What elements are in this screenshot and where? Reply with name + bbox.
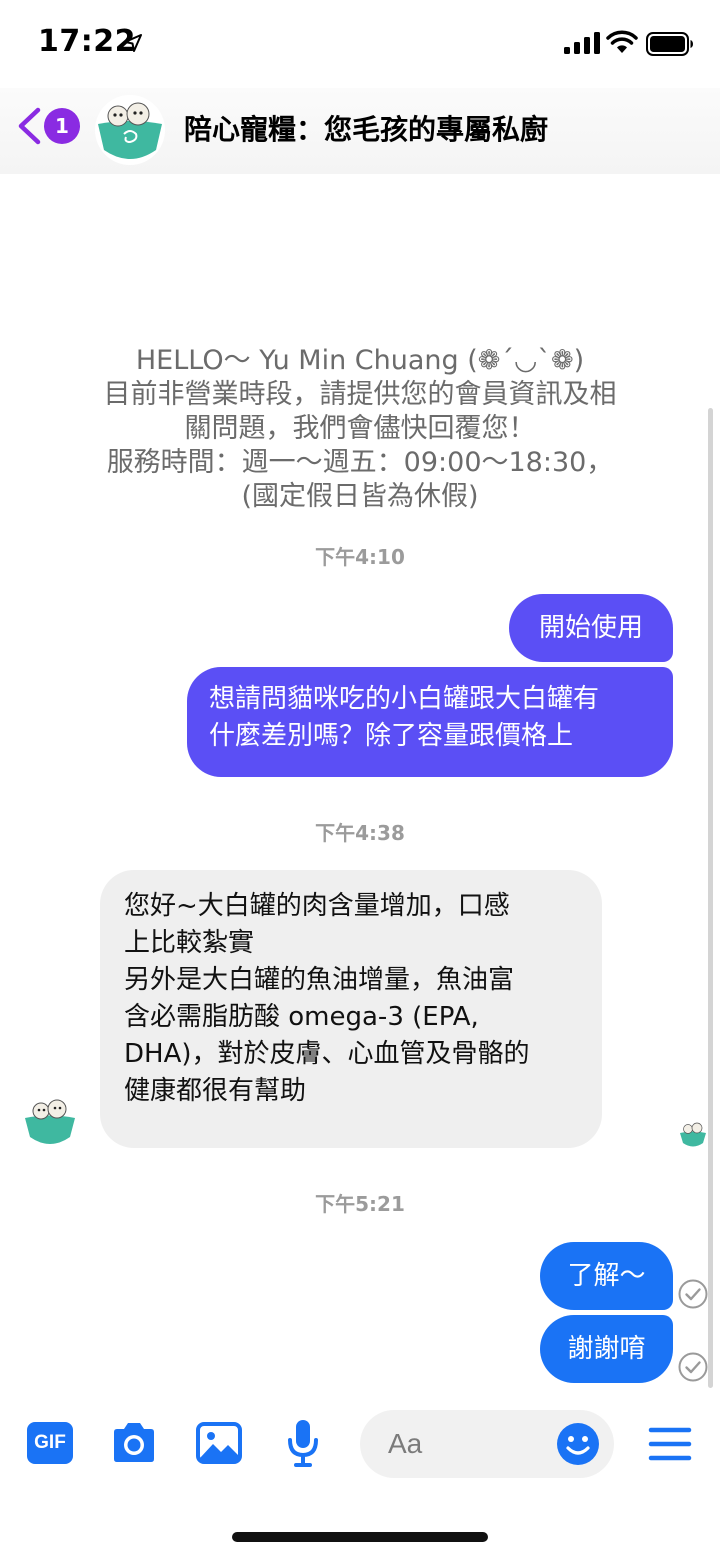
auto-reply-line: 目前非營業時段，請提供您的會員資訊及相 [103,379,617,410]
back-button[interactable]: 1 [14,104,80,148]
photo-gallery-icon[interactable] [196,1422,242,1464]
emoji-icon[interactable] [556,1422,600,1466]
message-text: 了解～ [567,1261,646,1291]
chevron-left-icon [18,107,41,145]
message-text-line: DHA)，對於皮膚、心血管及骨骼的 [124,1039,530,1069]
microphone-icon[interactable] [286,1418,320,1468]
status-time: 17:22 [38,24,136,59]
auto-reply-line: (國定假日皆為休假) [241,481,479,512]
camera-icon[interactable] [110,1422,158,1464]
auto-reply-line: 關問題，我們會儘快回覆您！ [184,413,536,444]
message-composer[interactable] [360,1410,614,1478]
delivered-check-icon [678,1352,708,1382]
seen-by-avatar [678,1120,708,1150]
gif-button[interactable]: GIF [27,1422,73,1464]
page-avatar[interactable] [94,94,166,166]
message-text-line: 含必需脂肪酸 omega-3 (EPA, [124,1002,479,1032]
wifi-icon [606,30,638,53]
battery-icon [646,32,693,56]
auto-reply-message: HELLO～ Yu Min Chuang (❁´◡`❁) 目前非營業時段，請提供… [60,344,660,514]
message-timestamp: 下午4:10 [315,545,405,569]
delivered-check-icon [678,1279,708,1309]
message-input[interactable] [388,1410,558,1478]
unread-count-badge: 1 [44,108,80,144]
sender-avatar[interactable] [22,1094,78,1150]
message-text: 謝謝唷 [567,1334,646,1364]
sent-message-bubble[interactable]: 了解～ [540,1242,673,1310]
cellular-signal-icon [564,32,600,54]
menu-icon[interactable] [648,1426,692,1462]
auto-reply-line: HELLO～ Yu Min Chuang (❁´◡`❁) [135,345,585,376]
message-text-line: 想請問貓咪吃的小白罐跟大白罐有 [209,684,600,714]
message-text-line: 健康都很有幫助 [124,1076,307,1106]
sent-message-bubble[interactable]: 謝謝唷 [540,1315,673,1383]
message-text-line: 另外是大白罐的魚油增量，魚油富 [124,965,515,995]
message-text-line: 什麼差別嗎？除了容量跟價格上 [209,721,574,751]
page-title: 陪心寵糧：您毛孩的專屬私廚 [184,113,549,146]
message-timestamp: 下午5:21 [315,1192,405,1216]
composer-toolbar: GIF [0,1400,720,1490]
message-text: 開始使用 [538,613,643,643]
status-bar: 17:22 [0,0,720,88]
sent-message-bubble[interactable]: 想請問貓咪吃的小白罐跟大白罐有 什麼差別嗎？除了容量跟價格上 [187,667,673,777]
received-message-bubble[interactable]: 您好~大白罐的肉含量增加，口感 上比較紮實 另外是大白罐的魚油增量，魚油富 含必… [100,870,602,1148]
gif-label: GIF [34,1432,66,1453]
message-text-line: 上比較紮實 [124,928,255,958]
sent-message-bubble[interactable]: 開始使用 [509,594,673,662]
auto-reply-line: 服務時間：週一～週五：09:00～18:30， [106,447,614,478]
location-arrow-icon [124,34,142,52]
chat-header: 1 陪心寵糧：您毛孩的專屬私廚 [0,88,720,174]
message-timestamp: 下午4:38 [315,821,405,845]
home-indicator[interactable] [232,1532,488,1542]
message-text-line: 您好~大白罐的肉含量增加，口感 [124,891,510,921]
